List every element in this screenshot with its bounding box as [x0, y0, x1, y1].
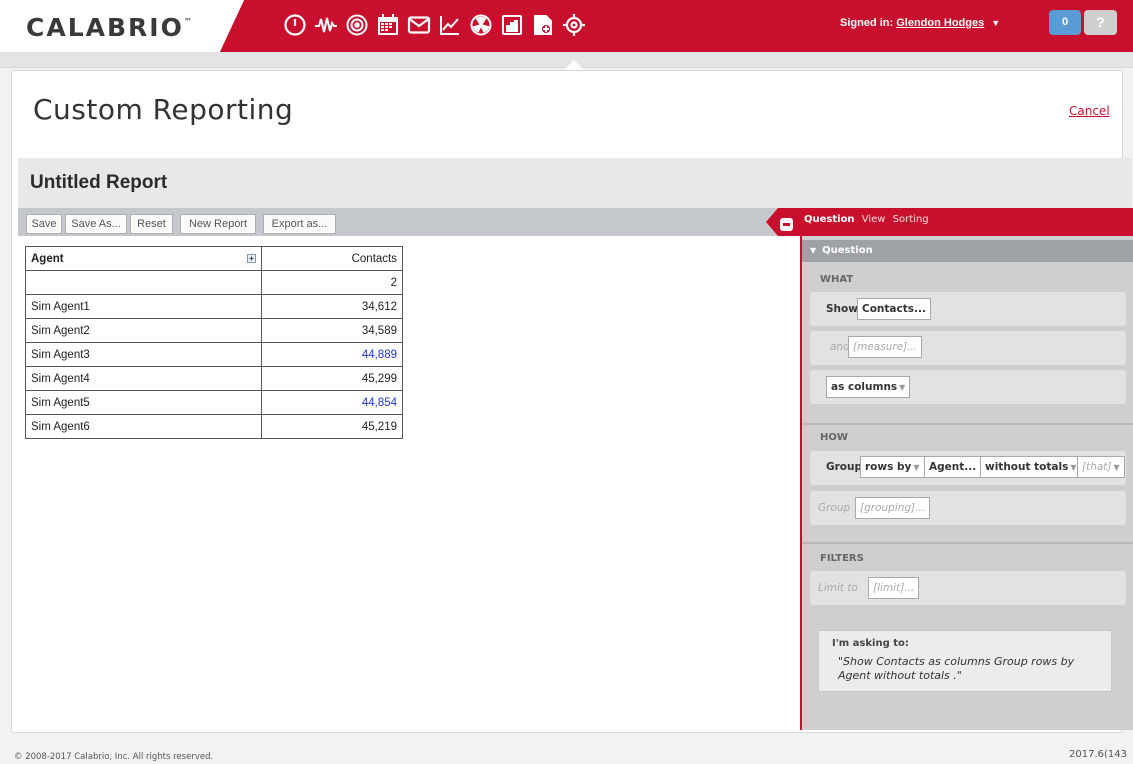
- dropdown-arrow-icon: ▼: [913, 463, 920, 472]
- contacts-cell-link[interactable]: 44,854: [261, 390, 403, 415]
- dropdown-arrow-icon: ▼: [1113, 463, 1120, 472]
- calabrio-logo[interactable]: CALABRIO™: [26, 13, 192, 42]
- table-header-row: Agent + Contacts: [25, 246, 403, 271]
- table-row: Sim Agent3 44,889: [25, 342, 403, 367]
- limit-label: Limit to: [818, 582, 858, 594]
- section-divider: [802, 542, 1133, 544]
- mail-icon[interactable]: [406, 10, 432, 40]
- question-header-label: Question: [822, 245, 873, 256]
- target-icon[interactable]: [344, 10, 370, 40]
- tab-view[interactable]: View: [862, 214, 886, 225]
- active-nav-caret: [564, 60, 584, 70]
- that-selector[interactable]: [that] ▼: [1077, 456, 1125, 478]
- settings-gear-icon[interactable]: [561, 10, 587, 40]
- panel-notch: [766, 208, 778, 236]
- contacts-cell: 45,219: [261, 414, 403, 439]
- agent-column-header[interactable]: Agent +: [25, 246, 262, 271]
- notification-button[interactable]: 0: [1049, 10, 1081, 35]
- rows-by-label: rows by: [865, 461, 912, 473]
- table-row: Sim Agent1 34,612: [25, 294, 403, 319]
- custom-report-icon[interactable]: [530, 10, 556, 40]
- expand-icon[interactable]: +: [247, 253, 256, 263]
- table-row: Sim Agent4 45,299: [25, 366, 403, 391]
- agent-cell: Sim Agent1: [25, 294, 262, 319]
- waveform-icon[interactable]: [313, 10, 339, 40]
- tab-question[interactable]: Question: [804, 214, 855, 225]
- report-table: Agent + Contacts 2 Sim Agent1 34,612 Sim …: [25, 246, 403, 439]
- page-title: Custom Reporting: [33, 93, 294, 126]
- copyright-text: © 2008-2017 Calabrio, Inc. All rights re…: [14, 752, 214, 762]
- question-summary-label: I'm asking to:: [832, 638, 909, 649]
- total-contacts-cell: 2: [261, 270, 403, 295]
- total-row: 2: [25, 270, 403, 295]
- question-section-header[interactable]: ▼ Question: [802, 240, 1133, 262]
- as-columns-label: as columns: [831, 381, 898, 393]
- cancel-link[interactable]: Cancel: [1069, 104, 1110, 118]
- signed-in-label: Signed in:: [840, 17, 894, 29]
- new-report-button[interactable]: New Report: [180, 214, 256, 234]
- agent-cell: Sim Agent2: [25, 318, 262, 343]
- show-measure-selector[interactable]: Contacts...: [857, 298, 931, 320]
- contacts-cell: 45,299: [261, 366, 403, 391]
- save-as-button[interactable]: Save As...: [65, 214, 127, 234]
- agent-cell: Sim Agent6: [25, 414, 262, 439]
- user-name-link[interactable]: Glendon Hodges: [896, 17, 984, 29]
- logo-text: CALABRIO: [26, 13, 184, 42]
- report-title: Untitled Report: [30, 172, 168, 193]
- collapse-panel-button[interactable]: [780, 218, 793, 231]
- version-text: 2017.6(143: [1069, 749, 1127, 760]
- table-row: Sim Agent2 34,589: [25, 318, 403, 343]
- table-row: Sim Agent6 45,219: [25, 414, 403, 439]
- chart-icon[interactable]: [437, 10, 463, 40]
- how-section-label: HOW: [820, 432, 848, 443]
- help-button[interactable]: ?: [1084, 10, 1117, 35]
- group-label: Group: [826, 461, 863, 473]
- agent-cell: Sim Agent5: [25, 390, 262, 415]
- add-grouping-selector[interactable]: [grouping]...: [855, 497, 931, 519]
- save-button[interactable]: Save: [26, 214, 62, 234]
- report-title-bar: [18, 158, 1132, 208]
- add-measure-selector[interactable]: [measure]...: [848, 336, 923, 358]
- report-icon[interactable]: [499, 10, 525, 40]
- signed-in-info: Signed in: Glendon Hodges ▼: [840, 17, 1000, 29]
- contacts-cell: 34,589: [261, 318, 403, 343]
- group-field-selector[interactable]: Agent...: [924, 456, 982, 478]
- table-row: Sim Agent5 44,854: [25, 390, 403, 415]
- export-as-button[interactable]: Export as...: [263, 214, 336, 234]
- dropdown-arrow-icon: ▼: [1070, 463, 1077, 472]
- calendar-icon[interactable]: [375, 10, 401, 40]
- radiation-icon[interactable]: [468, 10, 494, 40]
- agent-header-label: Agent: [31, 252, 64, 265]
- as-columns-selector[interactable]: as columns ▼: [826, 376, 911, 398]
- and-label: and: [830, 341, 850, 353]
- group2-label: Group: [818, 502, 851, 514]
- filters-section-label: FILTERS: [820, 553, 864, 564]
- chevron-down-icon: ▼: [810, 246, 817, 255]
- section-divider: [802, 423, 1133, 425]
- user-dropdown-icon[interactable]: ▼: [991, 18, 1000, 28]
- contacts-cell: 34,612: [261, 294, 403, 319]
- panel-tabs: Question View Sorting: [804, 214, 933, 225]
- contacts-column-header[interactable]: Contacts: [261, 246, 403, 271]
- what-section-label: WHAT: [820, 274, 854, 285]
- add-limit-selector[interactable]: [limit]...: [868, 577, 920, 599]
- dropdown-arrow-icon: ▼: [899, 383, 906, 392]
- question-summary-text: "Show Contacts as columns Group rows by …: [838, 655, 1075, 682]
- power-icon[interactable]: [282, 10, 308, 40]
- contacts-cell-link[interactable]: 44,889: [261, 342, 403, 367]
- totals-selector[interactable]: without totals ▼: [980, 456, 1082, 478]
- agent-cell: Sim Agent4: [25, 366, 262, 391]
- nav-icon-bar: [282, 10, 587, 40]
- total-agent-cell: [25, 270, 262, 295]
- that-label: [that]: [1082, 461, 1112, 473]
- show-label: Show: [826, 303, 858, 315]
- reset-button[interactable]: Reset: [130, 214, 173, 234]
- logo-trademark: ™: [183, 17, 192, 26]
- agent-cell: Sim Agent3: [25, 342, 262, 367]
- totals-label: without totals: [985, 461, 1069, 473]
- rows-by-selector[interactable]: rows by ▼: [860, 456, 925, 478]
- tab-sorting[interactable]: Sorting: [893, 214, 929, 225]
